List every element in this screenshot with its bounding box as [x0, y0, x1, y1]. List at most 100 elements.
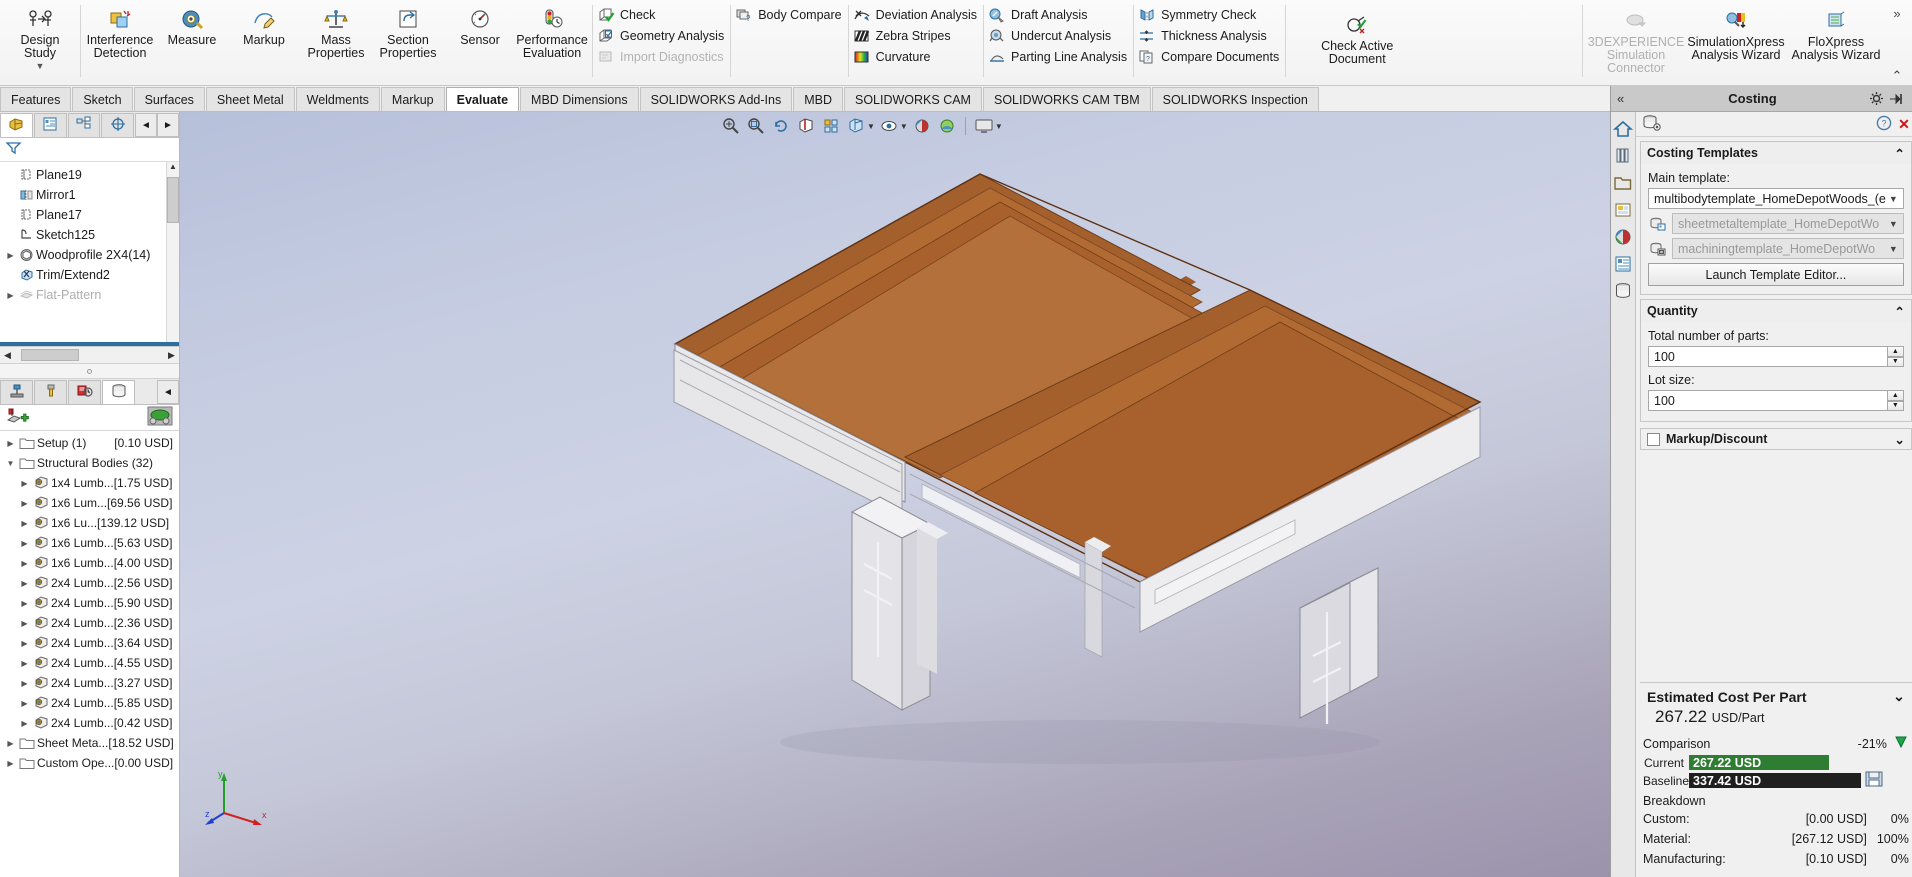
property-manager-tab[interactable]	[33, 113, 67, 137]
tree-item-trim-extend2[interactable]: Trim/Extend2	[0, 265, 179, 285]
check-active-document-button[interactable]: Check Active Document	[1297, 2, 1417, 66]
markup-discount-section[interactable]: Markup/Discount ⌄	[1640, 428, 1912, 450]
cost-row-lumber[interactable]: ▶ 2x4 Lumb... [3.27 USD]	[0, 673, 179, 693]
tab-mbd-dimensions[interactable]: MBD Dimensions	[520, 87, 639, 111]
cost-row-lumber[interactable]: ▶ 2x4 Lumb... [3.64 USD]	[0, 633, 179, 653]
check-button[interactable]: Check	[596, 4, 655, 25]
ribbon-collapse-icon[interactable]: ⌃	[1892, 69, 1903, 82]
mass-properties-button[interactable]: Mass Properties	[300, 2, 372, 60]
configuration-manager-tab[interactable]	[67, 113, 101, 137]
cost-row-lumber[interactable]: ▶ 2x4 Lumb... [2.56 USD]	[0, 573, 179, 593]
tree-expander[interactable]: ▶	[18, 519, 31, 528]
deviation-analysis-button[interactable]: Deviation Analysis	[852, 4, 977, 25]
tree-item-mirror1[interactable]: Mirror1	[0, 185, 179, 205]
feature-manager-next-button[interactable]: ►	[157, 113, 179, 137]
cost-row-lumber[interactable]: ▶ 1x6 Lum... [69.56 USD]	[0, 493, 179, 513]
tree-expander[interactable]: ▶	[4, 439, 17, 448]
cost-row-sheet-metal[interactable]: ▶ Sheet Meta... [18.52 USD]	[0, 733, 179, 753]
spin-up-icon[interactable]: ▲	[1887, 390, 1904, 401]
costing-manager-tab[interactable]	[102, 380, 135, 404]
tree-expander[interactable]: ▼	[4, 459, 17, 468]
tree-expander[interactable]: ▶	[18, 579, 31, 588]
chevron-up-icon[interactable]: ⌃	[1894, 146, 1904, 161]
parting-line-analysis-button[interactable]: Parting Line Analysis	[987, 46, 1127, 67]
design-study-caret-icon[interactable]: ▼	[4, 60, 76, 73]
cost-row-lumber[interactable]: ▶ 2x4 Lumb... [0.42 USD]	[0, 713, 179, 733]
tree-expander[interactable]: ▶	[18, 499, 31, 508]
tree-expander[interactable]: ▶	[18, 639, 31, 648]
home-icon[interactable]	[1611, 116, 1635, 141]
tree-item-plane19[interactable]: Plane19	[0, 165, 179, 185]
tab-solidworks-add-ins[interactable]: SOLIDWORKS Add-Ins	[639, 87, 793, 111]
tab-evaluate[interactable]: Evaluate	[445, 87, 520, 111]
chevron-down-icon[interactable]: ⌄	[1893, 688, 1905, 705]
file-explorer-icon[interactable]	[1611, 170, 1635, 195]
feature-manager-prev-button[interactable]: ◄	[135, 113, 157, 137]
spin-up-icon[interactable]: ▲	[1887, 346, 1904, 357]
desk-3d-model[interactable]	[180, 112, 1610, 877]
cost-row-structural-bodies[interactable]: ▼ Structural Bodies (32)	[0, 453, 179, 473]
tab-mbd[interactable]: MBD	[793, 87, 843, 111]
simulationxpress-analysis-wizard-button[interactable]: SimulationXpress Analysis Wizard	[1686, 2, 1786, 62]
tab-sketch[interactable]: Sketch	[72, 87, 133, 111]
graphics-viewport[interactable]: ▼ ▼ ▼ y x z	[180, 112, 1610, 877]
custom-properties-icon[interactable]	[1611, 251, 1635, 276]
tree-item-sketch125[interactable]: Sketch125	[0, 225, 179, 245]
tree-expander[interactable]: ▶	[18, 539, 31, 548]
gear-icon[interactable]	[1866, 91, 1886, 106]
feature-tree-horizontal-scrollbar[interactable]: ◀ ▶	[0, 346, 179, 363]
draft-analysis-button[interactable]: Draft Analysis	[987, 4, 1087, 25]
tree-expander[interactable]: ▶	[18, 699, 31, 708]
tree-expander[interactable]: ▶	[18, 559, 31, 568]
section-properties-button[interactable]: Section Properties	[372, 2, 444, 60]
markup-discount-checkbox[interactable]	[1647, 432, 1660, 446]
curvature-button[interactable]: Curvature	[852, 46, 930, 67]
compare-documents-button[interactable]: ? Compare Documents	[1137, 46, 1279, 67]
total-parts-spin-buttons[interactable]: ▲ ▼	[1887, 346, 1904, 367]
view-palette-icon[interactable]	[1611, 197, 1635, 222]
estimated-cost-header[interactable]: Estimated Cost Per Part ⌄	[1647, 688, 1905, 705]
main-template-select[interactable]: multibodytemplate_HomeDepotWoods_(e ▼	[1648, 188, 1904, 209]
floxpress-analysis-wizard-button[interactable]: FloXpress Analysis Wizard	[1786, 2, 1886, 62]
dimxpert-manager-tab[interactable]	[101, 113, 134, 137]
costing-setup-tab[interactable]	[0, 380, 33, 404]
costing-cost-tab[interactable]	[68, 380, 101, 404]
panel-splitter[interactable]	[0, 363, 179, 379]
ribbon-overflow-icon[interactable]: »	[1893, 7, 1900, 20]
filter-icon[interactable]	[5, 140, 23, 159]
tab-surfaces[interactable]: Surfaces	[133, 87, 205, 111]
tree-item-plane17[interactable]: Plane17	[0, 205, 179, 225]
tree-expander[interactable]: ▶	[4, 739, 17, 748]
cost-row-lumber[interactable]: ▶ 2x4 Lumb... [5.85 USD]	[0, 693, 179, 713]
lot-size-spin-buttons[interactable]: ▲ ▼	[1887, 390, 1904, 411]
cost-row-lumber[interactable]: ▶ 1x4 Lumb... [1.75 USD]	[0, 473, 179, 493]
tab-features[interactable]: Features	[0, 87, 72, 111]
hscroll-thumb[interactable]	[21, 349, 79, 361]
design-library-icon[interactable]	[1611, 143, 1635, 168]
save-baseline-icon[interactable]	[1865, 771, 1883, 790]
tab-markup[interactable]: Markup	[380, 87, 445, 111]
scroll-thumb[interactable]	[167, 177, 179, 223]
quantity-header[interactable]: Quantity ⌃	[1641, 300, 1911, 322]
tab-solidworks-cam-tbm[interactable]: SOLIDWORKS CAM TBM	[982, 87, 1151, 111]
cost-row-lumber[interactable]: ▶ 1x6 Lu... [139.12 USD]	[0, 513, 179, 533]
launch-template-editor-button[interactable]: Launch Template Editor...	[1648, 263, 1904, 286]
design-study-button[interactable]: Design Study ▼	[4, 2, 76, 73]
cost-row-lumber[interactable]: ▶ 1x6 Lumb... [5.63 USD]	[0, 533, 179, 553]
sensor-button[interactable]: Sensor	[444, 2, 516, 47]
lot-size-input[interactable]: 100	[1648, 390, 1888, 411]
tab-weldments[interactable]: Weldments	[295, 87, 380, 111]
appearances-icon[interactable]	[1611, 224, 1635, 249]
tree-expander[interactable]: ▶	[18, 659, 31, 668]
geometry-analysis-button[interactable]: Geometry Analysis	[596, 25, 724, 46]
cost-row-lumber[interactable]: ▶ 1x6 Lumb... [4.00 USD]	[0, 553, 179, 573]
measure-button[interactable]: Measure	[156, 2, 228, 47]
costing-templates-header[interactable]: Costing Templates ⌃	[1641, 142, 1911, 164]
close-icon[interactable]: ✕	[1898, 117, 1910, 131]
interference-detection-button[interactable]: Interference Detection	[84, 2, 156, 60]
tree-expander[interactable]: ▶	[18, 719, 31, 728]
chevron-down-icon[interactable]: ▼	[1886, 194, 1901, 204]
markup-button[interactable]: Markup	[228, 2, 300, 47]
tree-expander[interactable]: ▶	[4, 759, 17, 768]
cost-row-lumber[interactable]: ▶ 2x4 Lumb... [2.36 USD]	[0, 613, 179, 633]
